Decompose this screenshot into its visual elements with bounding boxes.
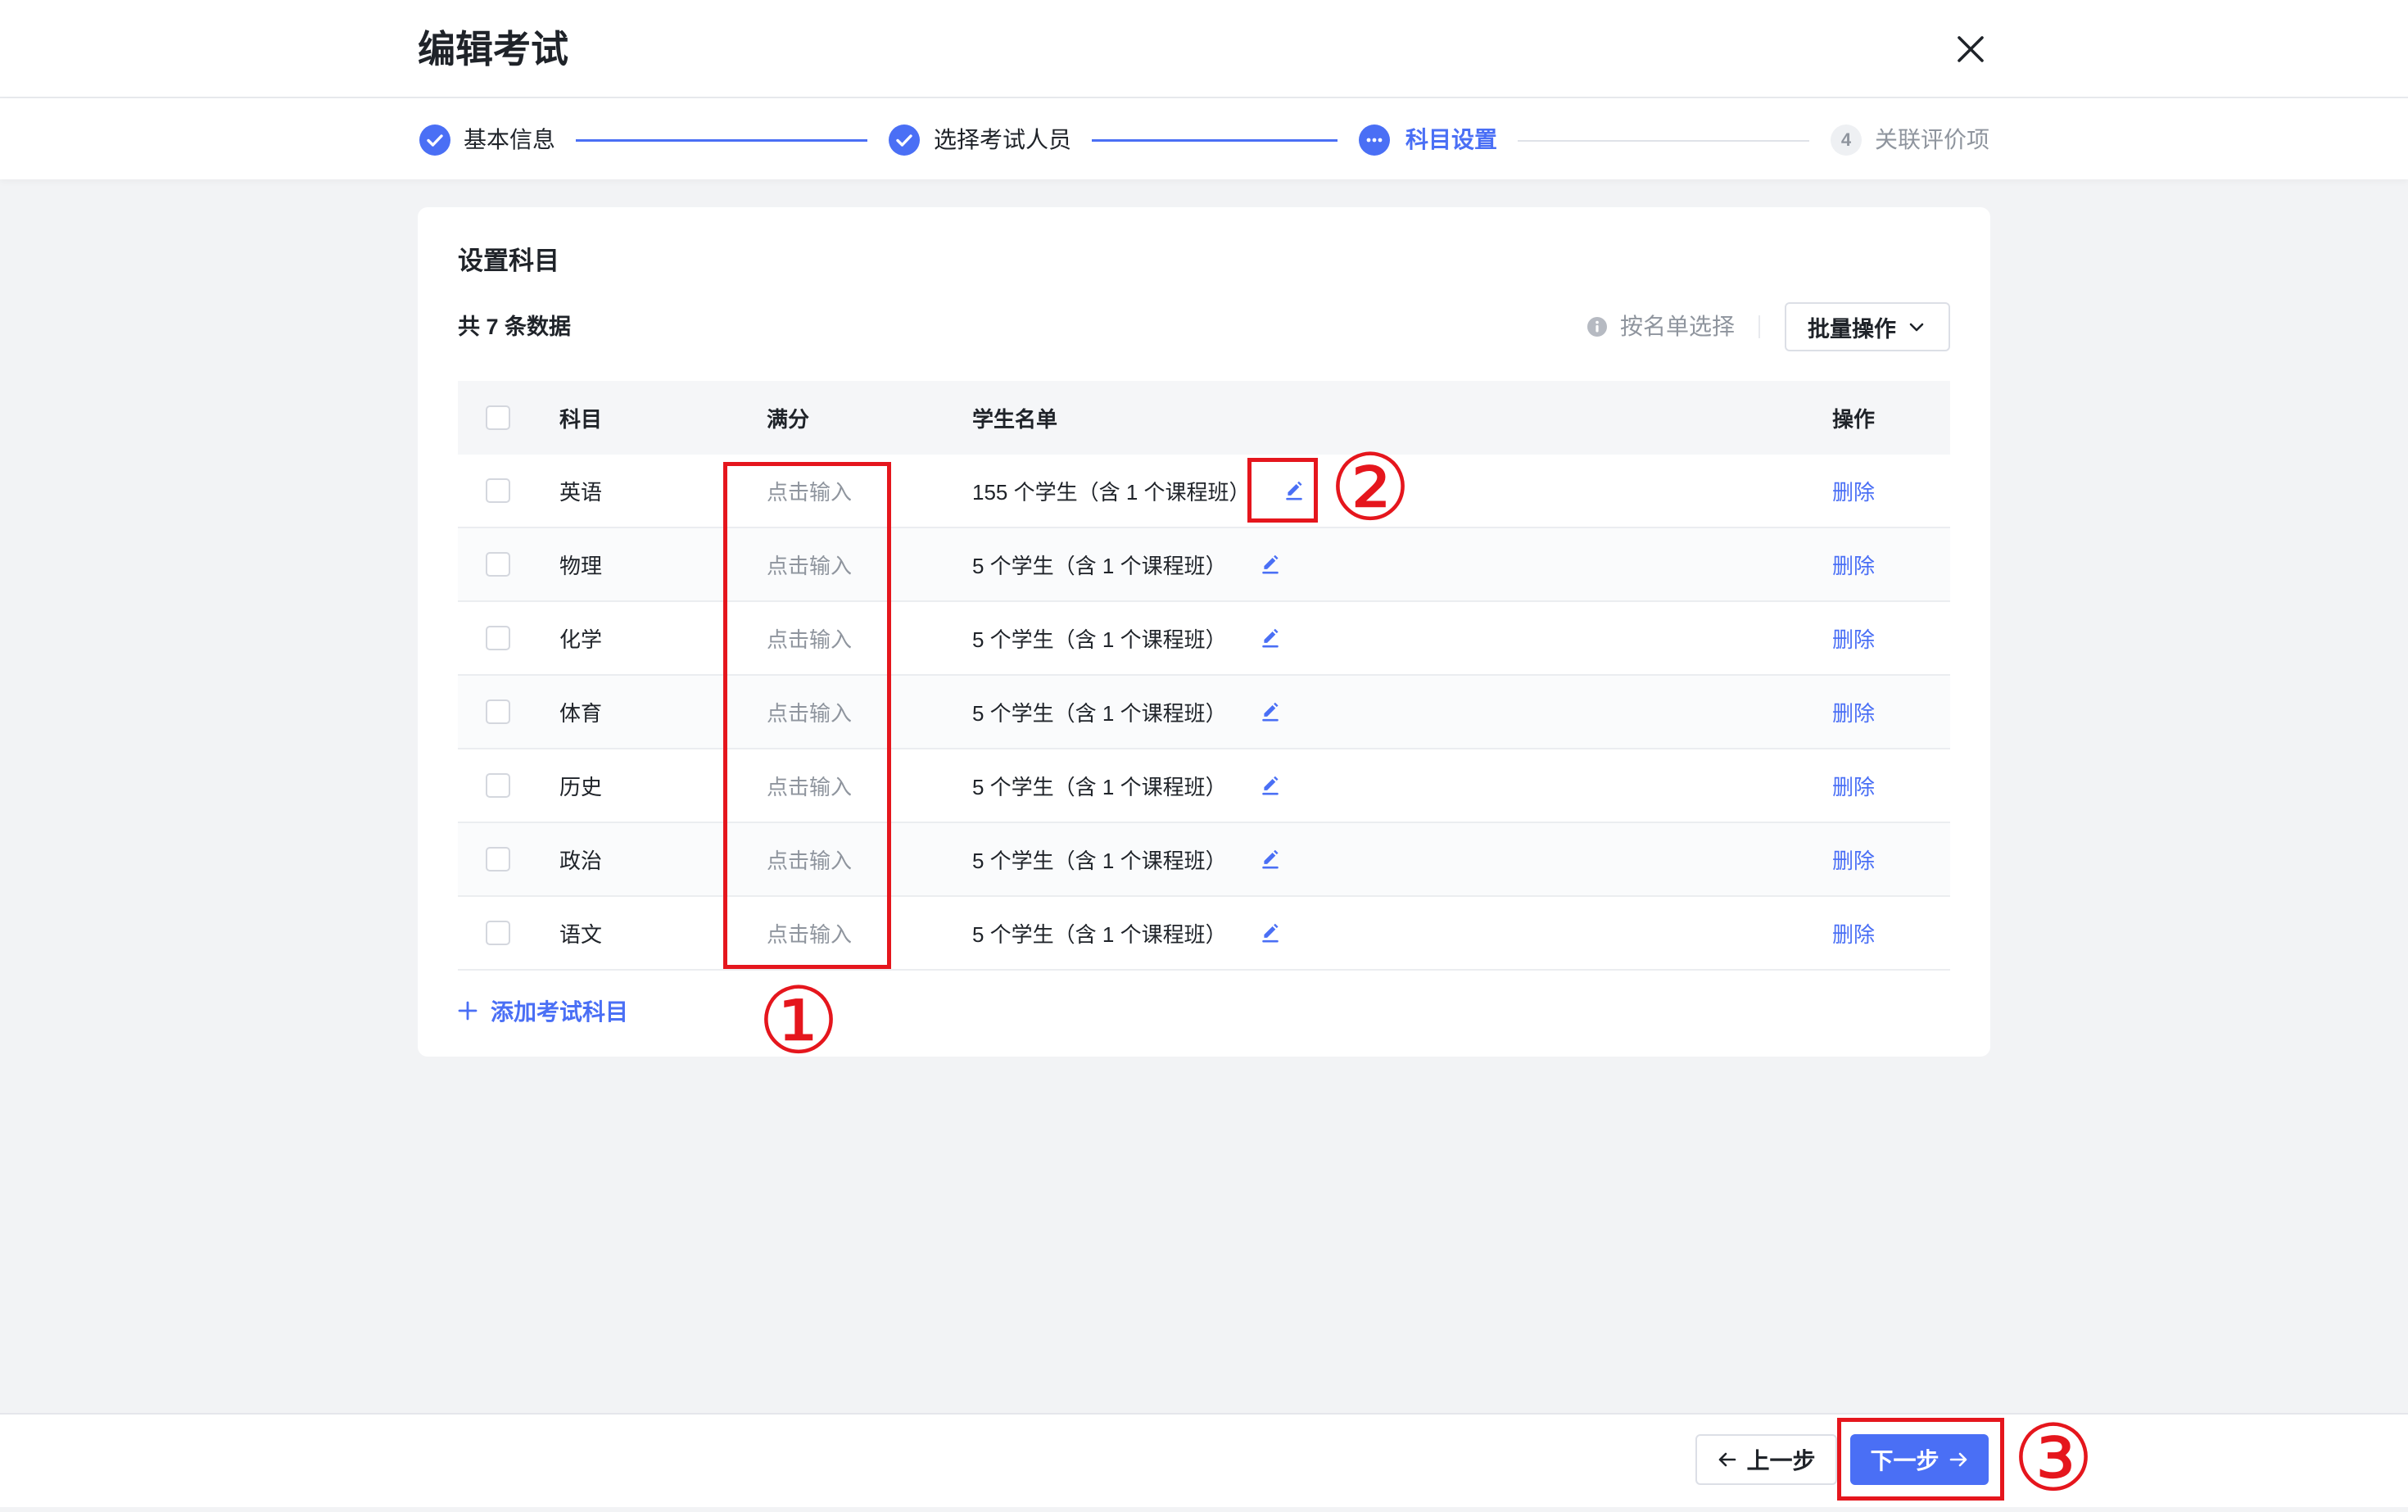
row-checkbox[interactable]	[486, 552, 510, 577]
table-row: 英语 点击输入 155 个学生（含 1 个课程班） 删除	[458, 455, 1950, 528]
info-icon	[1587, 317, 1607, 337]
annotation-box-edit-icon	[1247, 458, 1318, 523]
check-circle-icon	[419, 124, 450, 156]
previous-step-button[interactable]: 上一步	[1695, 1434, 1837, 1485]
row-checkbox[interactable]	[486, 847, 510, 871]
row-checkbox[interactable]	[486, 699, 510, 724]
delete-link[interactable]: 删除	[1832, 849, 1875, 873]
step-connector	[576, 139, 867, 142]
close-icon[interactable]	[1955, 34, 1986, 65]
student-list-text: 5 个学生（含 1 个课程班）	[972, 553, 1227, 578]
pencil-edit-icon[interactable]	[1260, 701, 1281, 722]
header-checkbox-cell	[458, 405, 559, 430]
row-checkbox-cell	[458, 847, 559, 871]
dialog-header: 编辑考试	[0, 0, 2408, 98]
row-checkbox-cell	[458, 773, 559, 798]
row-checkbox-cell	[458, 552, 559, 577]
step-related-evaluation[interactable]: 关联评价项	[1875, 98, 1989, 182]
arrow-left-icon	[1717, 1449, 1738, 1470]
batch-operation-label: 批量操作	[1808, 316, 1896, 342]
delete-link[interactable]: 删除	[1832, 554, 1875, 578]
step-connector	[1518, 140, 1809, 142]
student-list-cell: 5 个学生（含 1 个课程班）	[972, 623, 1832, 654]
subject-table: 科目 满分 学生名单 操作 英语 点击输入 155 个学生（含 1 个课程班） …	[458, 381, 1950, 971]
student-list-text: 5 个学生（含 1 个课程班）	[972, 921, 1227, 947]
previous-step-label: 上一步	[1746, 1448, 1816, 1474]
plus-icon	[458, 1001, 478, 1021]
pencil-edit-icon[interactable]	[1260, 922, 1281, 944]
student-list-text: 155 个学生（含 1 个课程班）	[972, 479, 1251, 505]
add-subject-button[interactable]: 添加考试科目	[458, 996, 628, 1025]
annotation-marker-3: ③	[2012, 1406, 2095, 1512]
table-row: 语文 点击输入 5 个学生（含 1 个课程班） 删除	[458, 897, 1950, 971]
step-number-badge: 4	[1831, 124, 1862, 156]
student-list-cell: 5 个学生（含 1 个课程班）	[972, 697, 1832, 727]
row-checkbox[interactable]	[486, 626, 510, 650]
student-list-text: 5 个学生（含 1 个课程班）	[972, 848, 1227, 873]
add-subject-label: 添加考试科目	[491, 999, 629, 1025]
step-subject-settings[interactable]: 科目设置	[1405, 98, 1497, 182]
table-row: 物理 点击输入 5 个学生（含 1 个课程班） 删除	[458, 528, 1950, 602]
step-basic-info[interactable]: 基本信息	[464, 98, 555, 182]
chevron-down-icon	[1906, 316, 1927, 337]
pencil-edit-icon[interactable]	[1260, 554, 1281, 575]
column-header-actions: 操作	[1832, 406, 1876, 432]
divider	[1758, 315, 1760, 338]
step-connector	[1092, 139, 1338, 142]
table-header: 科目 满分 学生名单 操作	[458, 381, 1950, 455]
delete-link[interactable]: 删除	[1832, 922, 1875, 947]
section-title: 设置科目	[458, 247, 559, 275]
row-checkbox[interactable]	[486, 921, 510, 945]
page-title: 编辑考试	[418, 28, 568, 70]
column-header-subject: 科目	[559, 406, 603, 432]
row-checkbox[interactable]	[486, 478, 510, 503]
student-list-text: 5 个学生（含 1 个课程班）	[972, 700, 1227, 726]
step-select-examinees[interactable]: 选择考试人员	[934, 98, 1071, 182]
row-checkbox[interactable]	[486, 773, 510, 798]
table-row: 政治 点击输入 5 个学生（含 1 个课程班） 删除	[458, 823, 1950, 897]
student-list-text: 5 个学生（含 1 个课程班）	[972, 627, 1227, 652]
annotation-box-next-button	[1837, 1418, 2004, 1501]
subject-settings-card: 设置科目 共 7 条数据 按名单选择 批量操作 科目 满分 学生名单 操作 英语…	[418, 207, 1990, 1057]
annotation-marker-2: ②	[1328, 435, 1412, 541]
delete-link[interactable]: 删除	[1832, 701, 1875, 726]
select-by-list-option[interactable]: 按名单选择	[1620, 312, 1735, 342]
delete-link[interactable]: 删除	[1832, 627, 1875, 652]
row-checkbox-cell	[458, 921, 559, 945]
student-list-cell: 5 个学生（含 1 个课程班）	[972, 550, 1832, 580]
column-header-full-score: 满分	[767, 406, 810, 432]
table-row: 体育 点击输入 5 个学生（含 1 个课程班） 删除	[458, 676, 1950, 749]
step-progress: 基本信息 选择考试人员 科目设置 4 关联评价项	[0, 98, 2408, 179]
table-row: 化学 点击输入 5 个学生（含 1 个课程班） 删除	[458, 602, 1950, 676]
pencil-edit-icon[interactable]	[1260, 627, 1281, 649]
more-dots-icon	[1359, 124, 1390, 156]
select-all-checkbox[interactable]	[486, 405, 510, 430]
student-list-cell: 5 个学生（含 1 个课程班）	[972, 771, 1832, 801]
delete-link[interactable]: 删除	[1832, 480, 1875, 505]
student-list-text: 5 个学生（含 1 个课程班）	[972, 774, 1227, 799]
student-list-cell: 5 个学生（含 1 个课程班）	[972, 844, 1832, 875]
batch-operation-button[interactable]: 批量操作	[1785, 302, 1950, 351]
row-checkbox-cell	[458, 478, 559, 503]
student-list-cell: 5 个学生（含 1 个课程班）	[972, 918, 1832, 948]
annotation-box-full-score	[723, 462, 891, 969]
pencil-edit-icon[interactable]	[1260, 775, 1281, 796]
record-count: 共 7 条数据	[458, 315, 572, 339]
check-circle-icon	[889, 124, 920, 156]
row-checkbox-cell	[458, 699, 559, 724]
annotation-marker-1: ①	[757, 968, 840, 1075]
row-checkbox-cell	[458, 626, 559, 650]
table-row: 历史 点击输入 5 个学生（含 1 个课程班） 删除	[458, 749, 1950, 823]
delete-link[interactable]: 删除	[1832, 775, 1875, 799]
pencil-edit-icon[interactable]	[1260, 849, 1281, 870]
column-header-student-list: 学生名单	[972, 406, 1058, 432]
